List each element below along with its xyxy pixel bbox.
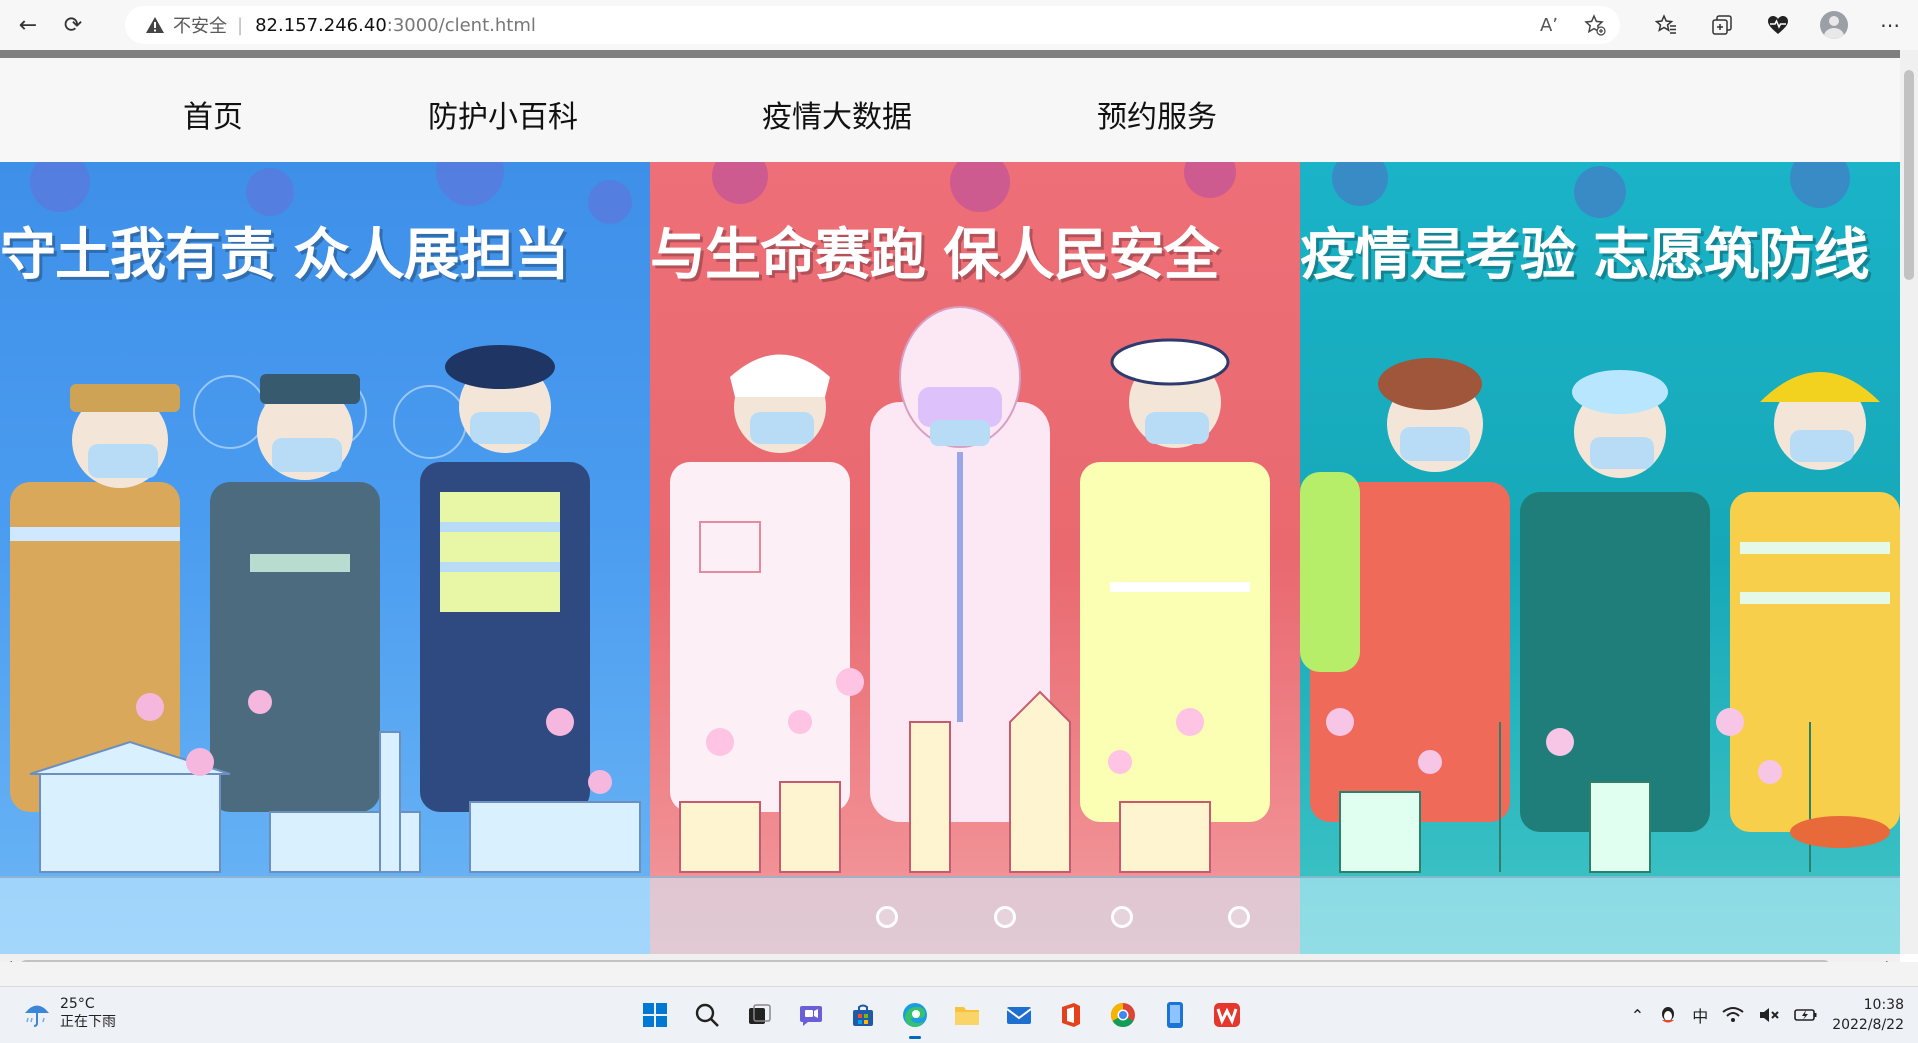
warning-icon xyxy=(146,17,164,33)
url-separator: | xyxy=(237,14,244,36)
nav-booking-service[interactable]: 预约服务 xyxy=(1097,92,1217,136)
address-bar[interactable]: 不安全 | 82.157.246.40 :3000/clent.html Aʼ xyxy=(125,6,1620,44)
banner-slogan-3: 疫情是考验 志愿筑防线 xyxy=(1300,223,1869,288)
file-explorer-button[interactable] xyxy=(947,995,987,1035)
chrome-icon xyxy=(1110,1003,1135,1028)
chevron-up-icon[interactable]: ⌃ xyxy=(1631,1006,1644,1025)
temperature: 25°C xyxy=(60,996,95,1012)
wifi-icon[interactable] xyxy=(1722,1006,1744,1024)
weather-condition: 正在下雨 xyxy=(60,1014,116,1030)
wps-office-icon xyxy=(1214,1003,1240,1027)
scroll-right-icon[interactable]: ▸ xyxy=(1886,956,1892,962)
add-favorite-icon[interactable] xyxy=(1584,14,1606,36)
office-icon xyxy=(1062,1003,1080,1027)
top-strip xyxy=(0,50,1900,58)
page-viewport: 首页 防护小百科 疫情大数据 预约服务 守土我有责 众人展担当 与生命赛跑 保人… xyxy=(0,50,1918,962)
vertical-scrollbar[interactable] xyxy=(1900,50,1918,954)
store-button[interactable] xyxy=(843,995,883,1035)
nav-epidemic-data[interactable]: 疫情大数据 xyxy=(762,92,912,136)
umbrella-rain-icon xyxy=(25,1005,49,1027)
chrome-button[interactable] xyxy=(1103,995,1143,1035)
browser-toolbar: ← ⟳ 不安全 | 82.157.246.40 :3000/clent.html… xyxy=(0,0,1918,51)
nav-protection-encyclopedia[interactable]: 防护小百科 xyxy=(428,92,578,136)
favorites-button[interactable] xyxy=(1638,6,1694,44)
favorites-icon xyxy=(1655,14,1676,34)
search-icon xyxy=(695,1003,719,1027)
horizontal-scrollbar[interactable]: ◂ ▸ xyxy=(0,954,1900,962)
chat-icon xyxy=(800,1006,822,1026)
banner-panel-2: 与生命赛跑 保人民安全 xyxy=(650,162,1300,954)
banner-panel-3: 疫情是考验 志愿筑防线 xyxy=(1300,162,1900,954)
mail-icon xyxy=(1006,1007,1032,1024)
vertical-scroll-thumb[interactable] xyxy=(1904,70,1914,280)
nav-home[interactable]: 首页 xyxy=(183,92,243,136)
qq-penguin-icon[interactable] xyxy=(1658,1005,1678,1025)
office-button[interactable] xyxy=(1051,995,1091,1035)
edge-button[interactable] xyxy=(895,995,935,1039)
carousel-dot-4[interactable] xyxy=(1228,906,1250,928)
input-method-indicator[interactable]: 中 xyxy=(1692,1003,1708,1027)
horizontal-scroll-thumb[interactable] xyxy=(20,960,1830,962)
collections-button[interactable] xyxy=(1694,6,1750,44)
address-actions: Aʼ xyxy=(1540,6,1606,44)
folder-icon xyxy=(955,1007,979,1025)
site-navigation: 首页 防护小百科 疫情大数据 预约服务 xyxy=(0,58,1900,162)
weather-widget[interactable]: 25°C 正在下雨 xyxy=(22,995,116,1031)
clock-time: 10:38 xyxy=(1863,997,1904,1013)
clock-date: 2022/8/22 xyxy=(1832,1017,1904,1033)
search-button[interactable] xyxy=(687,995,727,1035)
taskbar-apps xyxy=(635,995,1247,1039)
battery-charging-icon[interactable] xyxy=(1794,1007,1818,1023)
banner-slogan-1: 守土我有责 众人展担当 xyxy=(0,223,569,288)
task-view-icon xyxy=(749,1004,771,1024)
phone-icon xyxy=(1167,1002,1183,1028)
more-icon: ⋯ xyxy=(1880,13,1900,37)
carousel-dot-2[interactable] xyxy=(994,906,1016,928)
back-button[interactable]: ← xyxy=(10,8,46,42)
chat-button[interactable] xyxy=(791,995,831,1035)
windows-taskbar: 25°C 正在下雨 ⌃ 中 10:38 2022/8/22 xyxy=(0,986,1918,1043)
browser-toolbar-right: ⋯ xyxy=(1638,6,1918,44)
carousel-dot-1[interactable] xyxy=(876,906,898,928)
store-icon xyxy=(853,1004,873,1026)
edge-browser-icon xyxy=(903,1003,927,1027)
back-arrow-icon: ← xyxy=(18,12,38,38)
task-view-button[interactable] xyxy=(739,995,779,1035)
url-host: 82.157.246.40 xyxy=(255,14,387,36)
hero-banner: 守土我有责 众人展担当 与生命赛跑 保人民安全 疫情是考验 志愿筑防线 xyxy=(0,162,1900,954)
read-aloud-icon[interactable]: Aʼ xyxy=(1540,15,1558,36)
reload-icon: ⟳ xyxy=(63,12,83,38)
reload-button[interactable]: ⟳ xyxy=(55,8,91,42)
avatar xyxy=(1820,11,1848,39)
phone-link-button[interactable] xyxy=(1155,995,1195,1035)
windows-logo-icon xyxy=(643,1003,667,1027)
settings-more-button[interactable]: ⋯ xyxy=(1862,6,1918,44)
wps-button[interactable] xyxy=(1207,995,1247,1035)
insecure-label: 不安全 xyxy=(173,16,227,37)
water-reflection xyxy=(0,876,1900,954)
profile-button[interactable] xyxy=(1806,6,1862,44)
carousel-dot-3[interactable] xyxy=(1111,906,1133,928)
banner-panel-1: 守土我有责 众人展担当 xyxy=(0,162,650,954)
system-tray: ⌃ 中 10:38 2022/8/22 xyxy=(1631,993,1904,1037)
heart-pulse-icon xyxy=(1768,16,1788,34)
collections-icon xyxy=(1712,15,1732,35)
mail-button[interactable] xyxy=(999,995,1039,1035)
speaker-muted-icon[interactable] xyxy=(1758,1006,1780,1024)
scroll-left-icon[interactable]: ◂ xyxy=(6,956,12,962)
system-clock[interactable]: 10:38 2022/8/22 xyxy=(1832,995,1904,1035)
start-button[interactable] xyxy=(635,995,675,1035)
url-path: :3000/clent.html xyxy=(386,14,536,36)
health-button[interactable] xyxy=(1750,6,1806,44)
banner-slogan-2: 与生命赛跑 保人民安全 xyxy=(650,223,1219,288)
weather-text: 25°C 正在下雨 xyxy=(60,995,116,1031)
